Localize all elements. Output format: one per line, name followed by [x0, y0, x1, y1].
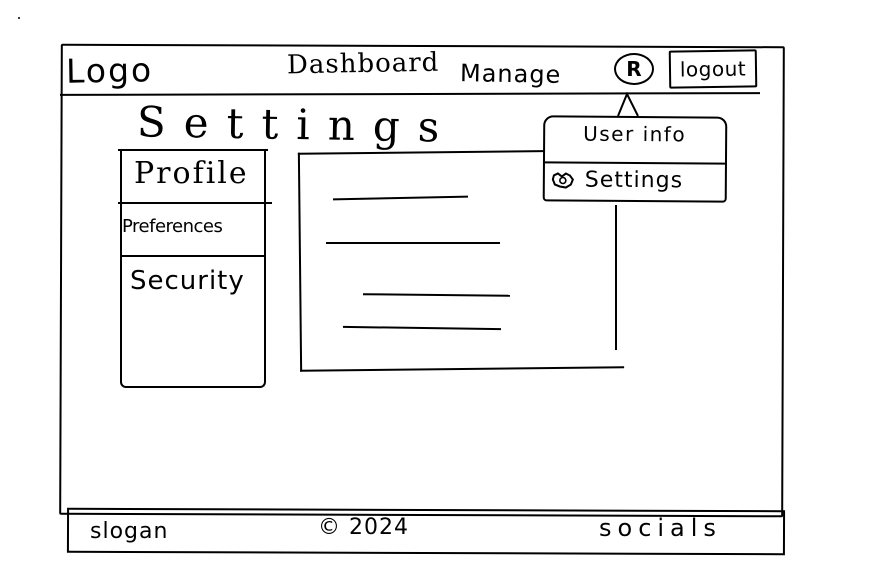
nav-dashboard-link[interactable]: Dashboard — [287, 48, 440, 81]
logout-button[interactable]: logout — [668, 49, 758, 89]
settings-side-menu: Profile Preferences Security — [120, 150, 266, 388]
side-menu-divider — [118, 202, 272, 204]
footer-slogan: slogan — [90, 519, 169, 544]
placeholder-text-line — [326, 242, 500, 244]
footer-copyright: © 2024 — [318, 515, 409, 540]
sidebar-item-label: Profile — [134, 156, 249, 191]
sidebar-item-security[interactable]: Security — [122, 256, 264, 306]
dropdown-item-settings[interactable]: Settings — [545, 163, 725, 200]
page-title: Settings — [136, 97, 458, 152]
sidebar-item-label: Preferences — [122, 216, 223, 237]
footer-socials-link[interactable]: socials — [599, 516, 722, 540]
dropdown-item-label: Settings — [584, 167, 684, 194]
dropdown-caret — [617, 92, 639, 117]
sidebar-item-preferences[interactable]: Preferences — [122, 204, 264, 254]
user-dropdown-menu: User info Settings — [542, 115, 728, 203]
dropdown-item-label: User info — [583, 121, 687, 147]
nav-manage-link[interactable]: Manage — [460, 59, 562, 89]
dropdown-item-user-info[interactable]: User info — [545, 117, 725, 162]
stray-dot — [18, 17, 20, 19]
logo[interactable]: Logo — [66, 50, 154, 91]
side-menu-divider — [122, 255, 264, 257]
avatar-initial: R — [626, 57, 642, 81]
sidebar-item-label: Security — [130, 266, 245, 296]
gear-icon — [551, 172, 574, 189]
sidebar-item-profile[interactable]: Profile — [122, 150, 264, 202]
content-panel-right-border — [615, 205, 617, 350]
user-avatar-button[interactable]: R — [614, 53, 654, 85]
